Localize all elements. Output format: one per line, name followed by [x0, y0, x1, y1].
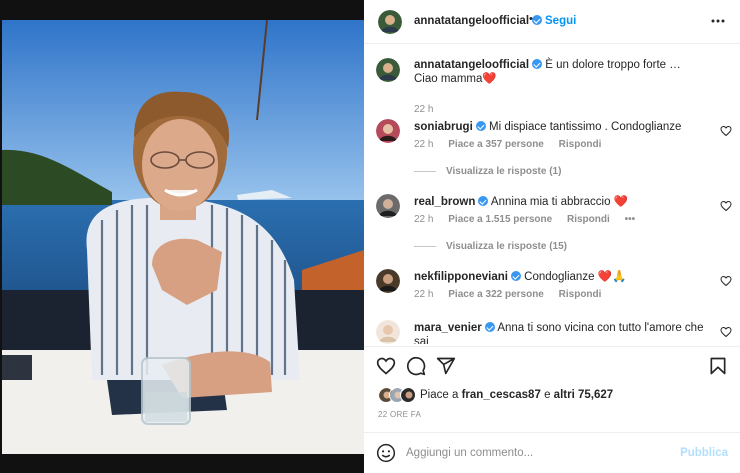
comment-more-icon[interactable]: •••: [625, 214, 636, 225]
comments-list[interactable]: annatatangeloofficial È un dolore troppo…: [364, 44, 740, 344]
liker-avatar: [400, 387, 416, 403]
heart-icon[interactable]: [720, 326, 732, 338]
likes-summary: Piace a fran_cescas87 e altri 75,627: [378, 386, 613, 404]
comment-likes[interactable]: Piace a 357 persone: [448, 139, 544, 150]
share-icon[interactable]: [436, 356, 456, 376]
likes-others[interactable]: altri 75,627: [554, 389, 613, 401]
comment-likes[interactable]: Piace a 1.515 persone: [448, 214, 552, 225]
verified-badge-icon: [510, 271, 521, 281]
post-time[interactable]: 22 ORE FA: [378, 410, 421, 419]
reply-button[interactable]: Rispondi: [567, 214, 610, 225]
verified-badge-icon: [478, 196, 489, 206]
post-side-panel: annatatangeloofficial • Segui annatatang…: [364, 0, 740, 473]
post-photo-area: [0, 0, 364, 473]
comment-time[interactable]: 22 h: [414, 289, 433, 300]
reply-button[interactable]: Rispondi: [559, 289, 602, 300]
post-header: annatatangeloofficial • Segui: [364, 0, 740, 44]
comment-input[interactable]: [406, 443, 666, 463]
comment-time[interactable]: 22 h: [414, 214, 433, 225]
comment-username[interactable]: real_brown: [414, 196, 475, 208]
header-separator: •: [529, 13, 533, 25]
author-name[interactable]: annatatangeloofficial: [414, 15, 543, 27]
comment-username[interactable]: soniabrugi: [414, 121, 473, 133]
caption-line-1: È un dolore troppo forte …: [545, 59, 681, 71]
caption-text: annatatangeloofficial È un dolore troppo…: [414, 58, 714, 86]
comment-text: soniabrugi Mi dispiace tantissimo . Cond…: [414, 120, 714, 134]
heart-icon[interactable]: [720, 125, 732, 137]
comment-time[interactable]: 22 h: [414, 139, 433, 150]
comment-meta: 22 h Piace a 357 persone Rispondi: [414, 139, 613, 150]
caption-username[interactable]: annatatangeloofficial: [414, 59, 529, 71]
comment-text: real_brown Annina mia ti abbraccio ❤️: [414, 195, 714, 209]
comment-content: Condoglianze ❤️🙏: [524, 271, 627, 283]
author-avatar[interactable]: [378, 10, 402, 34]
caption-avatar[interactable]: [376, 58, 400, 82]
likers-avatars: [378, 386, 416, 404]
comment-text: mara_venier Anna ti sono vicina con tutt…: [414, 321, 714, 344]
emoji-icon[interactable]: [376, 443, 396, 463]
author-username[interactable]: annatatangeloofficial: [414, 15, 529, 27]
commenter-avatar[interactable]: [376, 119, 400, 143]
heart-icon[interactable]: [376, 356, 396, 376]
add-comment-bar: Pubblica: [364, 432, 740, 473]
view-replies-button[interactable]: Visualizza le risposte (15): [414, 241, 567, 252]
caption-meta: 22 h: [414, 104, 445, 115]
likes-user[interactable]: fran_cescas87: [462, 389, 541, 401]
more-icon[interactable]: [710, 13, 726, 29]
comment-meta: 22 h Piace a 1.515 persone Rispondi •••: [414, 214, 647, 225]
caption-line-2: Ciao mamma❤️: [414, 73, 497, 85]
comment-meta: 22 h Piace a 322 persone Rispondi: [414, 289, 613, 300]
comment-text: nekfilipponeviani Condoglianze ❤️🙏: [414, 270, 714, 284]
comment-content: Mi dispiace tantissimo . Condoglianze: [488, 121, 682, 133]
photo-illustration: [2, 20, 364, 454]
commenter-avatar[interactable]: [376, 194, 400, 218]
comment-likes[interactable]: Piace a 322 persone: [448, 289, 544, 300]
bookmark-icon[interactable]: [708, 356, 728, 376]
verified-badge-icon: [532, 59, 543, 69]
comment-username[interactable]: mara_venier: [414, 322, 482, 334]
heart-icon[interactable]: [720, 275, 732, 287]
view-replies-button[interactable]: Visualizza le risposte (1): [414, 166, 561, 177]
likes-middle: e: [544, 389, 551, 401]
publish-button[interactable]: Pubblica: [680, 447, 728, 459]
follow-button[interactable]: Segui: [545, 15, 576, 27]
comment-username[interactable]: nekfilipponeviani: [414, 271, 508, 283]
commenter-avatar[interactable]: [376, 320, 400, 344]
verified-badge-icon: [532, 15, 543, 25]
verified-badge-icon: [475, 121, 486, 131]
reply-button[interactable]: Rispondi: [559, 139, 602, 150]
heart-icon[interactable]: [720, 200, 732, 212]
post-photo[interactable]: [2, 20, 364, 454]
comment-icon[interactable]: [406, 356, 426, 376]
likes-prefix: Piace a: [420, 389, 459, 401]
caption-time[interactable]: 22 h: [414, 104, 433, 115]
post-actions: [364, 346, 740, 382]
verified-badge-icon: [484, 322, 495, 332]
commenter-avatar[interactable]: [376, 269, 400, 293]
comment-content: Annina mia ti abbraccio ❤️: [490, 196, 628, 208]
